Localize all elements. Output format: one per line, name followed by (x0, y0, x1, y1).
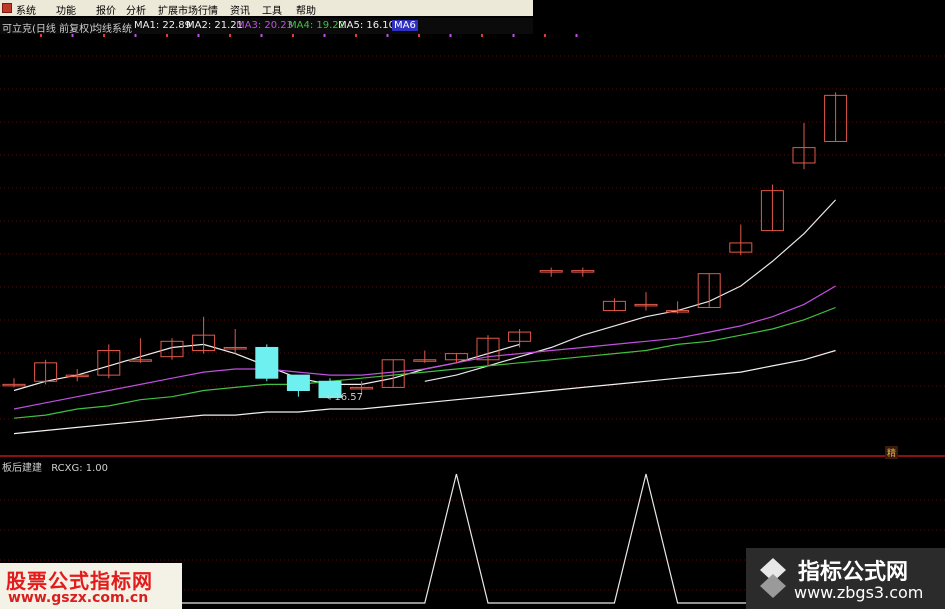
stock-title: 可立克(日线 前复权) (2, 24, 93, 35)
menu-item-tools[interactable]: 工具 (262, 2, 282, 17)
app-icon[interactable] (2, 3, 12, 13)
candle (476, 335, 500, 366)
top-tick (386, 34, 389, 37)
menu-item-function[interactable]: 功能 (56, 2, 76, 17)
indicator-title: 板后建建 RCXG: 1.00 (2, 459, 114, 474)
status-badge: 精 (885, 446, 899, 459)
ma4-label: MA4: 19.22 (288, 20, 346, 31)
ma-line-ma3 (13, 285, 836, 410)
ma-line-ma4 (13, 306, 836, 419)
ma3-label: MA3: 20.23 (236, 20, 294, 31)
indicator-panel-name: 板后建建 (2, 463, 42, 474)
watermark-right: 指标公式网 www.zbgs3.com (746, 548, 945, 609)
menu-item-extended-market[interactable]: 扩展市场行情 (158, 2, 218, 17)
ma6-label: MA6 (392, 20, 418, 31)
top-tick (449, 34, 452, 37)
candle (223, 329, 247, 354)
candle (192, 316, 216, 354)
candle (97, 344, 121, 379)
candle (824, 92, 848, 142)
top-tick (260, 34, 263, 37)
top-tick (575, 34, 578, 37)
top-tick (292, 34, 294, 37)
ma-line-ma5 (13, 349, 836, 435)
candle (160, 338, 184, 360)
indicator-value: RCXG: 1.00 (51, 463, 109, 474)
candle (729, 224, 753, 256)
ma5-label: MA5: 16.10 (338, 20, 396, 31)
candle (381, 359, 405, 388)
candlesticks[interactable] (2, 92, 848, 400)
top-tick (544, 34, 546, 37)
top-tick (481, 34, 483, 37)
top-tick (197, 34, 200, 37)
candle (697, 273, 721, 308)
top-tick (134, 34, 137, 37)
candle-body (255, 346, 279, 379)
candle (255, 344, 279, 382)
candle (792, 123, 816, 170)
menu-item-system[interactable]: 系统 (16, 2, 36, 17)
top-tick (166, 34, 168, 37)
candle-body (286, 374, 310, 392)
candle (286, 374, 310, 397)
candle (539, 267, 563, 277)
menu-item-quote[interactable]: 报价 (96, 2, 116, 17)
ma2-label: MA2: 21.21 (186, 20, 244, 31)
menu-item-news[interactable]: 资讯 (230, 2, 250, 17)
menu-bar: 系统 功能 报价 分析 扩展市场行情 资讯 工具 帮助 (0, 0, 533, 17)
candle (34, 359, 58, 385)
top-tick (229, 34, 231, 37)
top-tick (355, 34, 357, 37)
watermark-left-url: www.gszx.com.cn (8, 590, 149, 606)
watermark-right-title: 指标公式网 (798, 560, 909, 585)
menu-item-help[interactable]: 帮助 (296, 2, 316, 17)
candle (634, 292, 658, 311)
ma1-label: MA1: 22.89 (134, 20, 192, 31)
top-tick (512, 34, 515, 37)
candle (602, 298, 626, 312)
moving-average-lines (13, 199, 837, 435)
watermark-right-url: www.zbgs3.com (794, 583, 924, 602)
candle (666, 301, 690, 314)
price-annotation: ←16.57 (326, 392, 363, 403)
candle (571, 267, 595, 277)
legend: 可立克(日线 前复权) 均线系统 MA1: 22.89 MA2: 21.21 M… (0, 18, 533, 35)
grid-lines (0, 55, 945, 420)
indicator-name: 均线系统 (92, 24, 132, 35)
candle (413, 350, 437, 363)
candle (65, 368, 89, 382)
candle (2, 378, 26, 388)
menu-item-analysis[interactable]: 分析 (126, 2, 146, 17)
top-tick (323, 34, 326, 37)
candle (760, 184, 784, 232)
watermark-left: 股票公式指标网 www.gszx.com.cn (0, 563, 182, 609)
watermark-logo-icon (760, 558, 786, 598)
candle (508, 329, 532, 348)
top-tick (418, 34, 420, 37)
chart-canvas: ←16.57 (0, 34, 945, 604)
